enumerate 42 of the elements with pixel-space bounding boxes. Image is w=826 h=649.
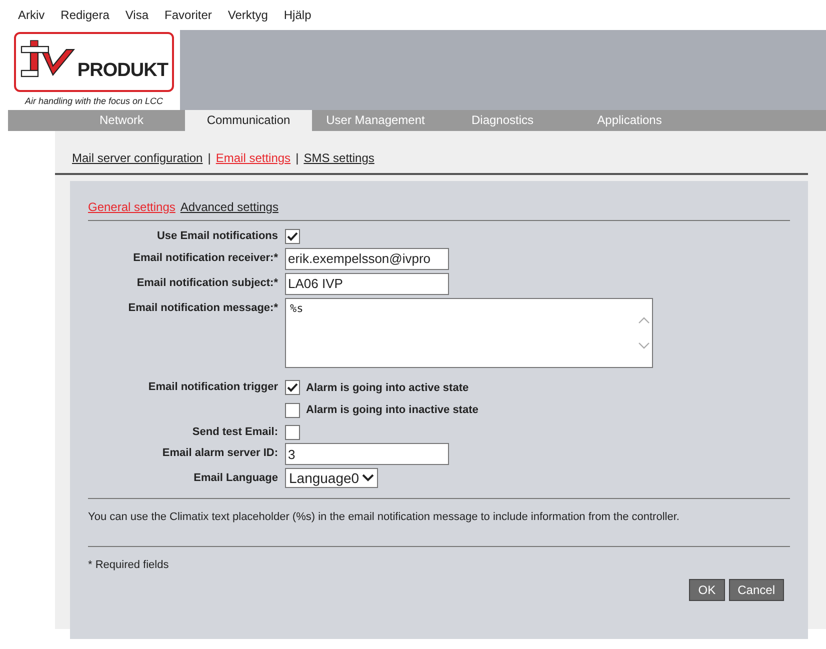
sub-link[interactable]: Email settings [216,149,291,167]
option-label: Alarm is going into inactive state [306,403,478,418]
sub-link[interactable]: SMS settings [304,149,374,167]
text-field[interactable]: 3 [285,443,449,465]
menu-item[interactable]: Visa [125,6,149,24]
tagline: Air handling with the focus on LCC [24,95,164,108]
text-field[interactable]: LA06 IVP [285,272,449,294]
message-field[interactable]: %s [285,298,653,368]
field-label: Send test Email: [191,424,278,440]
checkbox[interactable] [285,402,300,418]
menu-item[interactable]: Redigera [60,6,110,24]
menu-item[interactable]: Verktyg [228,6,268,24]
field-label: Use Email notifications [156,229,278,244]
separator: | [208,150,211,167]
logo-text: PRODUKT [77,61,168,80]
sub-link[interactable]: Mail server configuration [72,149,203,167]
section-link[interactable]: Advanced settings [180,198,278,216]
action-button[interactable]: Cancel [728,579,784,601]
field-label: Email Language [192,471,278,486]
menu-item[interactable]: Hjälp [284,6,312,24]
field-label: Email alarm server ID: [161,446,278,461]
chevron-down-icon [362,474,374,482]
field-label: Email notification trigger [147,380,278,394]
text-field[interactable]: erik.exempelsson@ivpro [285,248,449,270]
checkbox[interactable] [285,424,300,440]
field-label: Email notification subject:* [136,276,278,290]
info-text: You can use the Climatix text placeholder (%s) in the email notification message to include information from the controller. [88,511,680,523]
language-select[interactable]: Language0 [285,468,378,488]
field-label: Email notification receiver:* [132,250,278,266]
checkbox[interactable] [285,229,300,244]
separator: | [296,150,299,167]
nav-tab[interactable]: Communication [185,110,312,131]
message-text: %s [289,300,304,316]
action-button[interactable]: OK [689,579,725,601]
field-label: Email notification message:* [127,300,278,316]
checkbox[interactable] [285,380,300,396]
option-label: Alarm is going into active state [306,380,469,396]
menu-item[interactable]: Favoriter [164,6,212,24]
checkmark-icon [287,232,298,241]
required-note: * Required fields [88,558,169,570]
checkmark-icon [287,383,298,392]
menu-item[interactable]: Arkiv [18,6,45,24]
